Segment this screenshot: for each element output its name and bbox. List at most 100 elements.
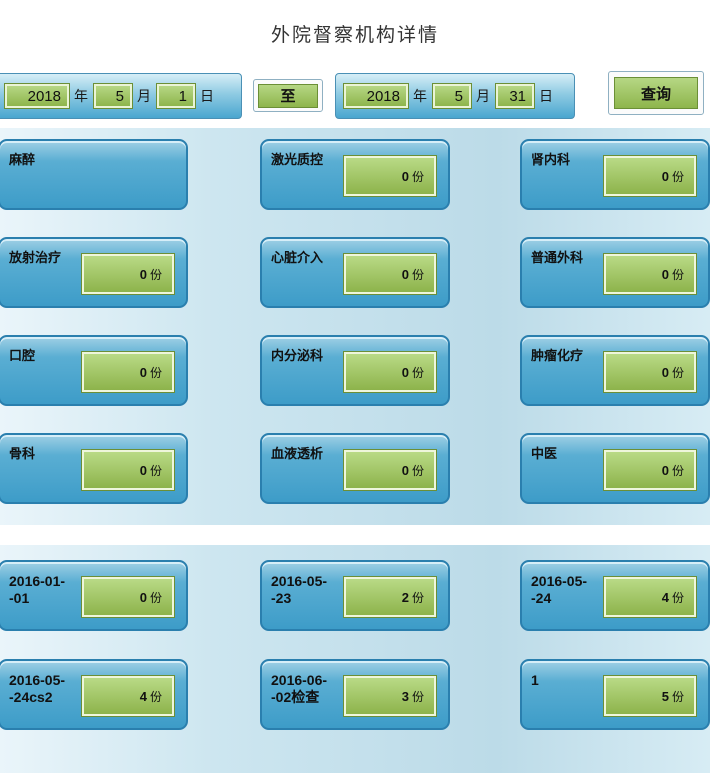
count-unit: 份 [411,590,424,605]
count-unit: 份 [411,365,424,380]
department-name: 放射治疗 [9,251,62,266]
department-card[interactable]: 普通外科 0 份 [520,237,710,308]
record-card[interactable]: 2016-05- -24 4 份 [520,560,710,631]
record-card[interactable]: 2016-05- -23 2 份 [260,560,450,631]
department-card[interactable]: 内分泌科 0 份 [260,335,450,406]
query-button[interactable]: 查询 [608,71,704,115]
department-card[interactable]: 放射治疗 0 份 [0,237,188,308]
count-value: 0 [139,266,147,282]
end-day-unit: 日 [539,89,553,105]
count-unit: 份 [671,463,684,478]
record-name: 1 [531,672,539,688]
count-value: 0 [401,266,409,282]
count-box: 0份 [344,156,436,196]
department-name: 激光质控 [271,153,324,168]
count-box: 4份 [604,577,696,617]
record-card[interactable]: 2016-05- -24cs2 4 份 [0,659,188,730]
count-unit: 份 [411,169,424,184]
count-unit: 份 [671,267,684,282]
count-unit: 份 [149,463,162,478]
count-value: 0 [139,589,147,605]
count-unit: 份 [411,267,424,282]
count-value: 0 [661,462,669,478]
count-unit: 份 [671,365,684,380]
start-year-unit: 年 [74,89,88,105]
count-box: 0份 [82,577,174,617]
department-name: 骨科 [9,447,36,462]
count-box: 0份 [82,450,174,490]
department-name: 中医 [531,447,558,462]
count-unit: 份 [149,689,162,704]
start-month-field[interactable]: 5 [94,84,132,108]
department-card[interactable]: 激光质控 0 份 [260,139,450,210]
count-box: 2份 [344,577,436,617]
department-card[interactable]: 麻醉 [0,139,188,210]
department-name: 心脏介入 [271,251,324,266]
department-card[interactable]: 肾内科 0 份 [520,139,710,210]
count-unit: 份 [671,590,684,605]
count-value: 2 [401,589,409,605]
start-day-field[interactable]: 1 [157,84,195,108]
count-value: 5 [661,688,669,704]
department-card[interactable]: 肿瘤化疗 0 份 [520,335,710,406]
count-box: 0份 [604,156,696,196]
department-card[interactable]: 中医 0 份 [520,433,710,504]
count-box: 0份 [82,254,174,294]
count-value: 4 [139,688,147,704]
count-value: 3 [401,688,409,704]
record-name: 2016-05- -24 [531,573,588,606]
count-unit: 份 [149,267,162,282]
department-name: 肿瘤化疗 [531,349,584,364]
count-box: 0份 [344,254,436,294]
count-unit: 份 [411,463,424,478]
department-card[interactable]: 血液透析 0 份 [260,433,450,504]
start-date-group: 2018 年 5 月 1 日 [0,73,242,119]
department-name: 肾内科 [531,153,571,168]
count-value: 0 [661,364,669,380]
count-box: 4份 [82,676,174,716]
end-year-field[interactable]: 2018 [344,84,408,108]
department-name: 口腔 [9,349,36,364]
department-name: 麻醉 [9,153,36,168]
count-box: 0份 [344,352,436,392]
to-label: 至 [258,83,318,108]
record-card[interactable]: 2016-06- -02检查 3 份 [260,659,450,730]
count-box: 0份 [82,352,174,392]
count-box: 0份 [604,254,696,294]
record-name: 2016-01- -01 [9,573,66,606]
count-value: 0 [401,462,409,478]
count-unit: 份 [411,689,424,704]
count-value: 0 [401,168,409,184]
record-card[interactable]: 1 5份 [520,659,710,730]
record-card[interactable]: 2016-01- -01 0 份 [0,560,188,631]
page-title: 外院督察机构详情 [270,24,439,46]
end-month-field[interactable]: 5 [433,84,471,108]
count-box: 0份 [344,450,436,490]
count-box: 3份 [344,676,436,716]
end-day-field[interactable]: 31 [496,84,534,108]
count-unit: 份 [149,365,162,380]
count-box: 5份 [604,676,696,716]
count-value: 0 [661,266,669,282]
query-label: 查询 [614,77,698,109]
record-name: 2016-05- -23 [271,573,328,606]
start-year-field[interactable]: 2018 [5,84,69,108]
count-unit: 份 [149,590,162,605]
count-value: 0 [139,462,147,478]
count-unit: 份 [671,689,684,704]
start-day-unit: 日 [200,89,214,105]
department-card[interactable]: 骨科 0 份 [0,433,188,504]
record-name: 2016-06- -02检查 [271,672,328,705]
start-month-unit: 月 [137,89,151,105]
to-button[interactable]: 至 [253,79,323,112]
department-card[interactable]: 口腔 0 份 [0,335,188,406]
record-name: 2016-05- -24cs2 [9,672,66,705]
end-year-unit: 年 [413,89,427,105]
count-value: 0 [661,168,669,184]
count-value: 4 [661,589,669,605]
department-card[interactable]: 心脏介入 0 份 [260,237,450,308]
count-box: 0份 [604,352,696,392]
end-month-unit: 月 [476,89,490,105]
end-date-group: 2018 年 5 月 31 日 [335,73,575,119]
department-name: 内分泌科 [271,349,324,364]
